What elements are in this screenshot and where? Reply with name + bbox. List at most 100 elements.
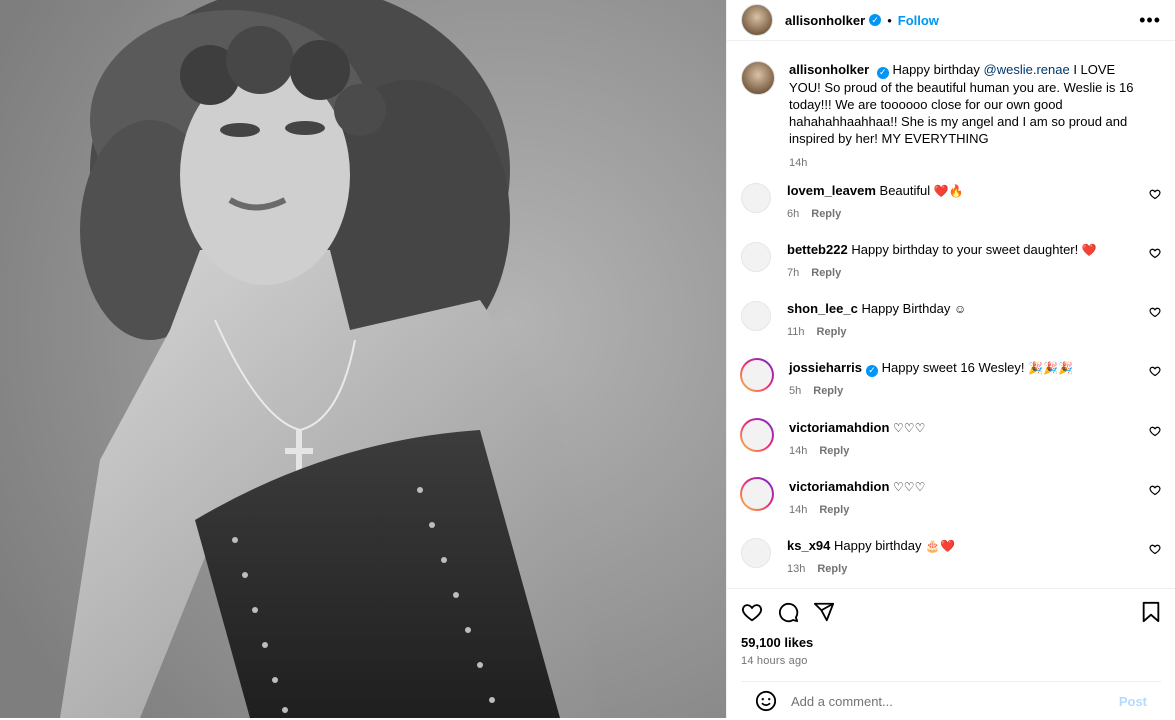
comment-emoji: ❤️ <box>1081 242 1097 257</box>
commenter-username[interactable]: victoriamahdion <box>789 420 889 435</box>
comment-meta: 5h Reply <box>789 383 1073 400</box>
post-photo[interactable] <box>0 0 726 718</box>
comment-text: Happy sweet 16 Wesley! <box>881 360 1025 376</box>
comment-body: lovem_leavem Beautiful ❤️🔥 6h Reply <box>787 182 964 223</box>
more-options-icon[interactable]: ••• <box>1139 10 1161 31</box>
post-header: allisonholker ✓ • Follow ••• <box>727 0 1175 41</box>
comment-body: ks_x94 Happy birthday 🎂❤️ 13h Reply <box>787 537 955 578</box>
comment-row: jossieharris ✓ Happy sweet 16 Wesley! 🎉🎉🎉… <box>741 359 1161 418</box>
comment-time: 14h <box>789 444 808 457</box>
reply-button[interactable]: Reply <box>819 504 849 516</box>
emoji-icon[interactable] <box>755 690 777 712</box>
comment-emoji: 🎉🎉🎉 <box>1028 361 1073 376</box>
caption-username[interactable]: allisonholker <box>789 62 869 77</box>
comment-text: Beautiful <box>879 182 931 198</box>
post-sidebar: allisonholker ✓ • Follow ••• allisonholk… <box>726 0 1175 718</box>
comment-like-icon[interactable] <box>1149 365 1161 377</box>
commenter-username[interactable]: ks_x94 <box>787 538 830 553</box>
caption-time: 14h <box>789 156 808 169</box>
comment-body: victoriamahdion ♡♡♡ 14h Reply <box>789 478 925 519</box>
likes-count[interactable]: 59,100 likes <box>741 635 1161 650</box>
comment-body: shon_lee_c Happy Birthday ☺ 11h Reply <box>787 300 966 341</box>
caption-meta: 14h <box>789 155 1139 172</box>
post-comment-button[interactable]: Post <box>1119 694 1147 709</box>
post-caption: allisonholker ✓ Happy birthday @weslie.r… <box>741 41 1161 182</box>
post-view: allisonholker ✓ • Follow ••• allisonholk… <box>0 0 1175 718</box>
comment-rows: lovem_leavem Beautiful ❤️🔥 6h Reply betteb2… <box>741 182 1161 589</box>
comment-row: shon_lee_c Happy Birthday ☺ 11h Reply <box>741 300 1161 359</box>
author-username[interactable]: allisonholker <box>785 13 865 28</box>
comment-body: victoriamahdion ♡♡♡ 14h Reply <box>789 419 925 460</box>
comment-time: 14h <box>789 503 808 516</box>
caption-avatar[interactable] <box>741 61 775 95</box>
comment-like-icon[interactable] <box>1149 484 1161 496</box>
reply-button[interactable]: Reply <box>819 445 849 457</box>
comment-text: Happy birthday to your sweet daughter! <box>851 241 1079 257</box>
commenter-avatar[interactable] <box>741 241 771 272</box>
heart-icon[interactable] <box>741 601 763 623</box>
comment-meta: 14h Reply <box>789 443 925 460</box>
portrait-image <box>0 0 726 718</box>
bookmark-icon[interactable] <box>1141 601 1161 623</box>
commenter-avatar[interactable] <box>741 182 771 213</box>
reply-button[interactable]: Reply <box>811 208 841 220</box>
follow-button[interactable]: Follow <box>898 13 939 28</box>
reply-button[interactable]: Reply <box>817 326 847 338</box>
caption-mention-link[interactable]: @weslie.renae <box>984 62 1070 77</box>
comment-row: victoriamahdion ♡♡♡ 14h Reply <box>741 419 1161 478</box>
comment-like-icon[interactable] <box>1149 306 1161 318</box>
commenter-username[interactable]: shon_lee_c <box>787 301 858 316</box>
verified-badge-icon: ✓ <box>869 14 882 26</box>
comment-time: 7h <box>787 266 800 279</box>
comment-time: 6h <box>787 207 800 220</box>
comment-text: Happy birthday <box>834 538 922 554</box>
comment-emoji: 🎂❤️ <box>925 539 955 554</box>
comment-meta: 13h Reply <box>787 561 955 578</box>
comment-emoji: ♡♡♡ <box>893 479 926 494</box>
comment-time: 11h <box>787 326 805 339</box>
comment-like-icon[interactable] <box>1149 543 1161 555</box>
comment-emoji: ♡♡♡ <box>893 420 926 435</box>
action-icons <box>741 599 1161 625</box>
comment-body: jossieharris ✓ Happy sweet 16 Wesley! 🎉🎉🎉… <box>789 359 1073 400</box>
comment-emoji: ☺ <box>953 302 967 317</box>
reply-button[interactable]: Reply <box>817 563 847 575</box>
commenter-avatar[interactable] <box>740 358 774 392</box>
comment-like-icon[interactable] <box>1149 425 1161 437</box>
caption-text-before: Happy birthday <box>892 62 984 77</box>
commenter-avatar[interactable] <box>741 301 771 332</box>
commenter-avatar[interactable] <box>741 538 771 569</box>
verified-badge-icon: ✓ <box>866 364 878 377</box>
comment-like-icon[interactable] <box>1149 188 1161 200</box>
caption-body: allisonholker ✓ Happy birthday @weslie.r… <box>789 61 1139 172</box>
commenter-username[interactable]: betteb222 <box>787 242 848 257</box>
comment-emoji: ❤️🔥 <box>933 183 964 198</box>
reply-button[interactable]: Reply <box>813 385 843 397</box>
comment-like-icon[interactable] <box>1149 247 1161 259</box>
author-avatar[interactable] <box>741 4 773 36</box>
commenter-username[interactable]: victoriamahdion <box>789 479 889 494</box>
header-separator: • <box>887 12 892 28</box>
comment-meta: 14h Reply <box>789 502 925 519</box>
comment-body: betteb222 Happy birthday to your sweet d… <box>787 241 1097 282</box>
add-comment-bar: Post <box>741 681 1161 720</box>
commenter-avatar[interactable] <box>740 477 774 511</box>
commenter-avatar[interactable] <box>740 418 774 452</box>
comment-meta: 11h Reply <box>787 324 966 341</box>
comment-row: victoriamahdion ♡♡♡ 14h Reply <box>741 478 1161 537</box>
comment-meta: 7h Reply <box>787 265 1097 282</box>
comment-meta: 6h Reply <box>787 206 964 223</box>
comment-input[interactable] <box>789 692 1119 710</box>
comments-list[interactable]: allisonholker ✓ Happy birthday @weslie.r… <box>727 41 1175 588</box>
commenter-username[interactable]: jossieharris <box>789 360 862 375</box>
comment-time: 5h <box>789 385 802 398</box>
comment-row: ks_x94 Happy birthday 🎂❤️ 13h Reply <box>741 537 1161 588</box>
comment-row: lovem_leavem Beautiful ❤️🔥 6h Reply <box>741 182 1161 241</box>
comment-time: 13h <box>787 563 806 576</box>
comment-icon[interactable] <box>777 601 799 623</box>
commenter-username[interactable]: lovem_leavem <box>787 183 876 198</box>
comment-row: betteb222 Happy birthday to your sweet d… <box>741 241 1161 300</box>
share-icon[interactable] <box>813 601 835 623</box>
reply-button[interactable]: Reply <box>811 267 841 279</box>
verified-badge-icon: ✓ <box>876 66 889 79</box>
